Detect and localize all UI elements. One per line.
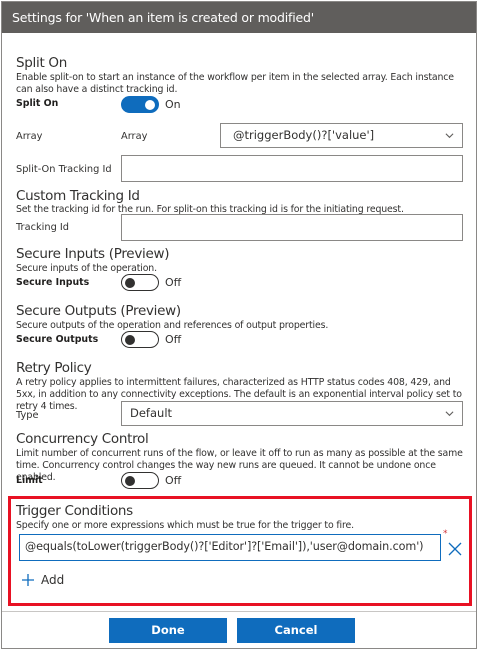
secure-outputs-toggle-label: Secure Outputs xyxy=(16,334,99,345)
retry-type-value: Default xyxy=(130,406,173,420)
footer-divider xyxy=(2,611,476,612)
array-label: Array xyxy=(16,131,43,142)
split-on-toggle-label: Split On xyxy=(16,98,59,109)
plus-icon xyxy=(22,574,34,586)
chevron-down-icon xyxy=(445,411,454,417)
add-condition-label: Add xyxy=(41,573,65,587)
retry-type-dropdown[interactable]: Default xyxy=(121,401,463,426)
toggle-knob xyxy=(125,277,135,288)
custom-tracking-title: Custom Tracking Id xyxy=(16,188,140,204)
secure-outputs-toggle-state: Off xyxy=(165,333,182,346)
secure-inputs-toggle-state: Off xyxy=(165,276,182,289)
split-on-description: Enable split-on to start an instance of … xyxy=(16,72,454,95)
secure-inputs-toggle-label: Secure Inputs xyxy=(16,277,90,288)
concurrency-toggle-state: Off xyxy=(165,474,182,487)
split-on-tracking-label: Split-On Tracking Id xyxy=(16,164,112,175)
done-button[interactable]: Done xyxy=(109,618,227,643)
secure-outputs-toggle[interactable] xyxy=(121,331,159,348)
concurrency-description: Limit number of concurrent runs of the f… xyxy=(16,448,463,483)
retry-type-label: Type xyxy=(16,410,39,421)
array-dropdown-value: @triggerBody()?['value'] xyxy=(233,128,375,142)
toggle-knob xyxy=(125,334,135,345)
trigger-condition-input[interactable]: @equals(toLower(triggerBody()?['Editor']… xyxy=(19,534,441,561)
tracking-id-label: Tracking Id xyxy=(16,222,70,233)
secure-inputs-description: Secure inputs of the operation. xyxy=(16,263,157,274)
chevron-down-icon xyxy=(445,133,454,139)
tracking-id-input[interactable] xyxy=(121,214,463,241)
dialog-title: Settings for 'When an item is created or… xyxy=(2,2,476,33)
trigger-conditions-highlight: Trigger Conditions Specify one or more e… xyxy=(8,496,472,606)
secure-inputs-toggle[interactable] xyxy=(121,274,159,291)
trigger-conditions-description: Specify one or more expressions which mu… xyxy=(16,520,354,531)
array-dropdown[interactable]: @triggerBody()?['value'] xyxy=(220,123,463,148)
retry-policy-title: Retry Policy xyxy=(16,360,92,376)
split-on-toggle-state: On xyxy=(165,98,181,111)
secure-outputs-description: Secure outputs of the operation and refe… xyxy=(16,320,329,331)
required-marker: * xyxy=(443,529,448,539)
split-on-toggle[interactable] xyxy=(121,96,159,113)
concurrency-title: Concurrency Control xyxy=(16,431,149,447)
settings-dialog: Settings for 'When an item is created or… xyxy=(1,1,477,649)
concurrency-toggle-label: Limit xyxy=(16,475,43,486)
secure-outputs-title: Secure Outputs (Preview) xyxy=(16,303,181,319)
array-sublabel: Array xyxy=(121,131,148,142)
trigger-conditions-title: Trigger Conditions xyxy=(16,503,133,519)
secure-inputs-title: Secure Inputs (Preview) xyxy=(16,246,170,262)
remove-condition-icon[interactable] xyxy=(448,542,462,556)
cancel-button[interactable]: Cancel xyxy=(237,618,355,643)
add-condition-button[interactable]: Add xyxy=(21,571,64,589)
toggle-knob xyxy=(125,475,135,486)
split-on-title: Split On xyxy=(16,55,68,71)
split-on-tracking-input[interactable] xyxy=(121,155,463,182)
concurrency-toggle[interactable] xyxy=(121,472,159,489)
toggle-knob xyxy=(145,99,155,110)
